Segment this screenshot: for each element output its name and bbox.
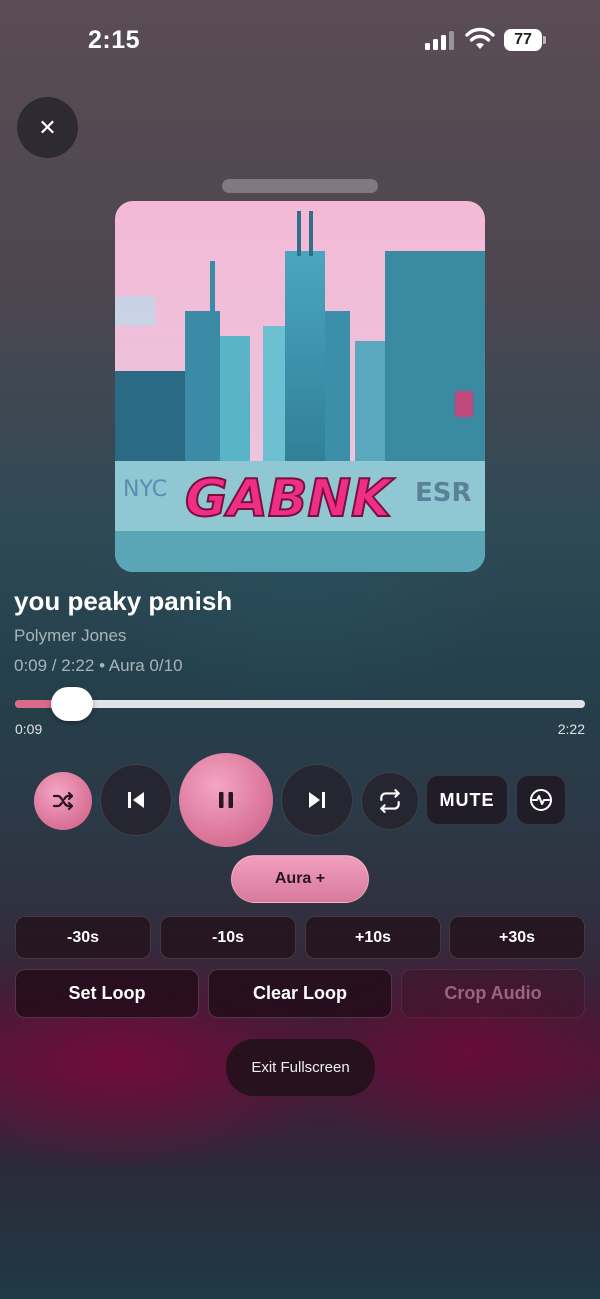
- clear-loop-button[interactable]: Clear Loop: [208, 969, 392, 1018]
- status-bar: 2:15 77: [0, 0, 600, 80]
- track-artist[interactable]: Polymer Jones: [14, 626, 126, 646]
- previous-track-button[interactable]: [100, 764, 172, 836]
- visualizer-icon: [530, 789, 552, 811]
- total-time: 2:22: [557, 721, 585, 737]
- progress-slider[interactable]: [15, 700, 585, 708]
- wifi-icon: [465, 27, 495, 51]
- cellular-signal-icon: [425, 30, 455, 50]
- next-track-button[interactable]: [281, 764, 353, 836]
- repeat-icon: [380, 789, 400, 813]
- pause-button[interactable]: [179, 753, 273, 847]
- seek-back-30-button[interactable]: -30s: [15, 916, 151, 959]
- sheet-grabber-handle[interactable]: [222, 179, 378, 193]
- repeat-button[interactable]: [361, 772, 419, 830]
- aura-plus-button[interactable]: Aura +: [231, 855, 369, 903]
- seek-forward-30-button[interactable]: +30s: [449, 916, 585, 959]
- set-loop-button[interactable]: Set Loop: [15, 969, 199, 1018]
- skip-previous-icon: [128, 792, 144, 808]
- seek-back-10-button[interactable]: -10s: [160, 916, 296, 959]
- skip-next-icon: [309, 792, 325, 808]
- track-title: you peaky panish: [14, 586, 233, 616]
- mute-button[interactable]: MUTE: [426, 775, 508, 825]
- crop-audio-button[interactable]: Crop Audio: [401, 969, 585, 1018]
- cover-graffiti-text: GABNK: [185, 469, 395, 529]
- album-cover: NYC ESR GABNK: [115, 201, 485, 572]
- close-button[interactable]: ✕: [17, 97, 78, 158]
- close-icon: ✕: [38, 114, 57, 140]
- status-time: 2:15: [88, 26, 141, 54]
- svg-text:NYC: NYC: [123, 477, 167, 502]
- shuffle-icon: [52, 791, 74, 811]
- exit-fullscreen-button[interactable]: Exit Fullscreen: [226, 1039, 375, 1096]
- pause-icon: [219, 792, 233, 808]
- progress-thumb[interactable]: [51, 687, 93, 721]
- svg-text:ESR: ESR: [415, 478, 472, 508]
- battery-level: 77: [504, 29, 542, 51]
- battery-icon: 77: [504, 29, 546, 51]
- elapsed-time: 0:09: [15, 721, 43, 737]
- shuffle-button[interactable]: [34, 772, 92, 830]
- visualizer-button[interactable]: [516, 775, 566, 825]
- seek-forward-10-button[interactable]: +10s: [305, 916, 441, 959]
- track-meta: 0:09 / 2:22 • Aura 0/10: [14, 656, 183, 675]
